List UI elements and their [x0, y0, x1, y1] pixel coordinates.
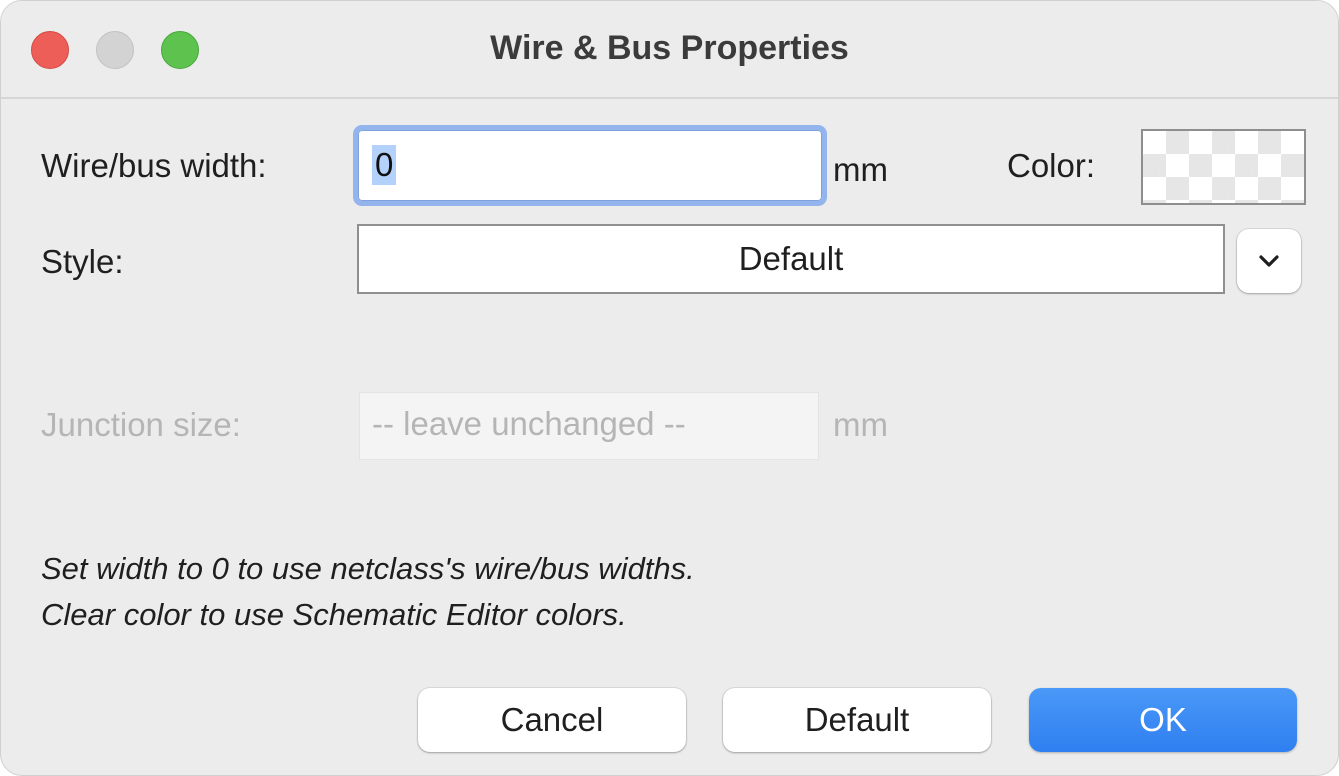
wire-bus-width-label: Wire/bus width:	[41, 147, 267, 184]
wire-bus-width-value: 0	[372, 145, 397, 185]
junction-size-placeholder: -- leave unchanged --	[372, 405, 686, 442]
wire-bus-width-unit: mm	[833, 151, 888, 188]
junction-size-unit: mm	[833, 406, 888, 443]
junction-size-input: -- leave unchanged --	[359, 392, 819, 460]
style-select[interactable]: Default	[357, 224, 1225, 294]
wire-bus-width-input[interactable]: 0	[353, 125, 827, 206]
style-label: Style:	[41, 243, 124, 280]
ok-button[interactable]: OK	[1029, 688, 1297, 752]
style-dropdown-button[interactable]	[1237, 229, 1301, 293]
color-label: Color:	[1007, 147, 1096, 184]
default-button[interactable]: Default	[723, 688, 991, 752]
window-title: Wire & Bus Properties	[490, 29, 849, 67]
color-swatch-button[interactable]	[1141, 129, 1306, 205]
title-bar: Wire & Bus Properties	[1, 1, 1338, 99]
cancel-button[interactable]: Cancel	[418, 688, 686, 752]
dialog-window: Wire & Bus Properties Wire/bus width: 0 …	[0, 0, 1339, 776]
chevron-down-icon	[1259, 255, 1279, 267]
hint-color: Clear color to use Schematic Editor colo…	[41, 597, 627, 632]
junction-size-label: Junction size:	[41, 406, 241, 443]
hint-width: Set width to 0 to use netclass's wire/bu…	[41, 551, 695, 586]
